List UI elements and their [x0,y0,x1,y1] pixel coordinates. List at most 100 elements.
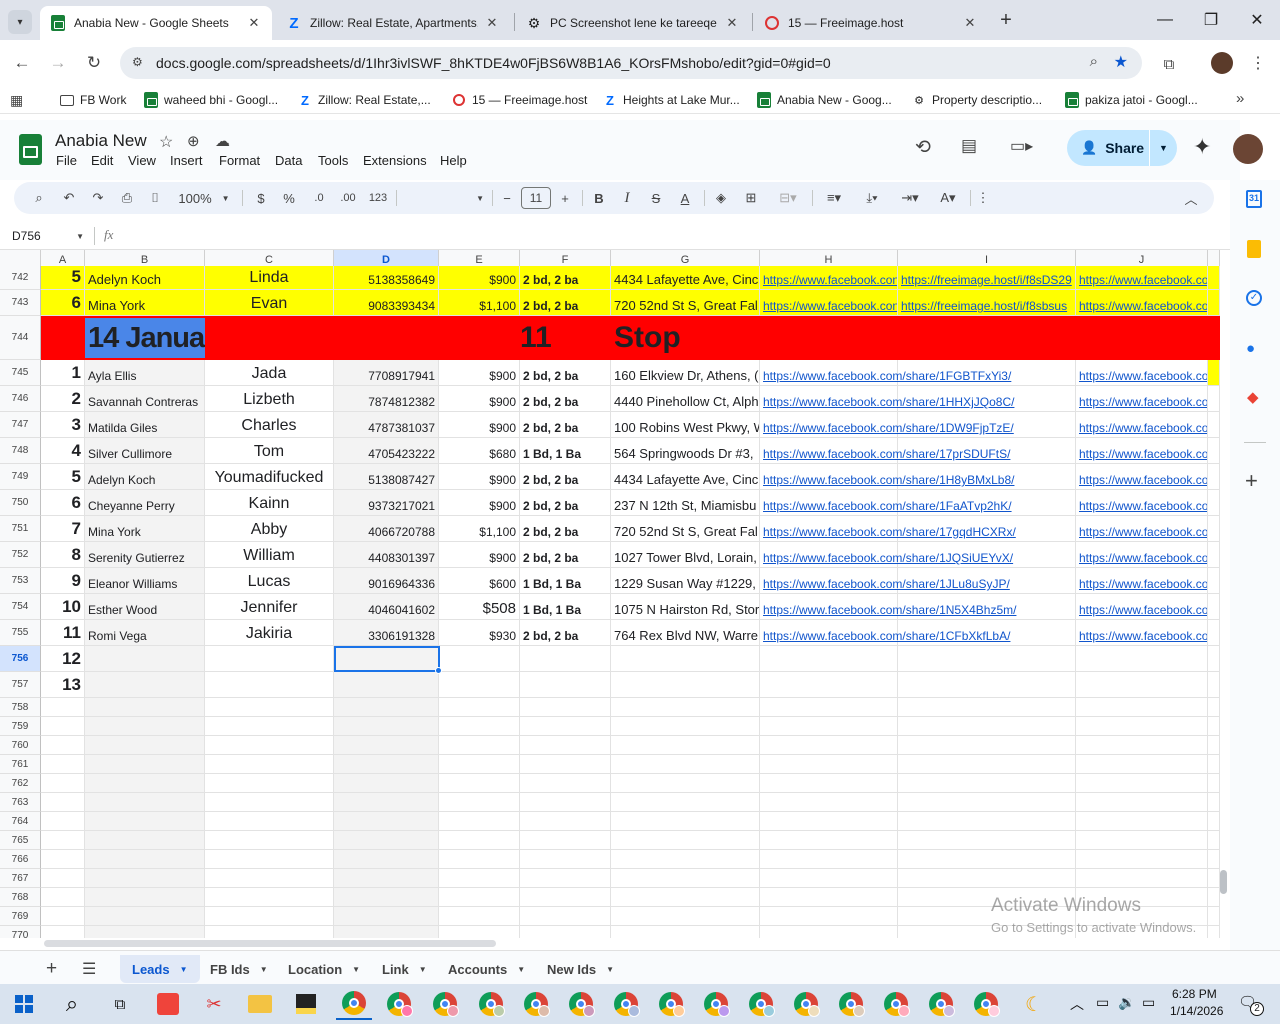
cell-j[interactable] [1076,646,1208,672]
cell-k[interactable] [1208,736,1220,755]
cell-link[interactable]: https://www.facebook.com [1079,577,1207,591]
cell-c[interactable]: Evan [205,290,334,316]
cell-i[interactable] [898,755,1076,774]
cell-g[interactable]: 1075 N Hairston Rd, Stor [611,594,760,620]
cell-g[interactable] [611,793,760,812]
bookmark-property[interactable]: ⚙ Property descriptio... [912,90,1042,110]
cell-j[interactable]: https://www.facebook.com [1076,542,1208,568]
row-header[interactable]: 748 [0,438,41,464]
cell-link[interactable]: https://www.facebook.com/share/1FGBTFxYi… [763,369,1011,383]
cell-h[interactable] [760,869,898,888]
cell-j[interactable]: https://www.facebook.com [1076,438,1208,464]
cell-h[interactable]: https://www.facebook.com/share/1DW9FjpTz… [760,412,1014,438]
cell-e[interactable] [439,717,520,736]
cell-h[interactable] [760,646,898,672]
cell-link[interactable]: https://www.facebook.co [1079,299,1207,313]
paint-format-icon[interactable]: ⌷ [144,187,166,209]
cell-j[interactable] [1076,850,1208,869]
cell-link[interactable]: https://www.facebook.com/share/17gqdHCXR… [763,525,1016,539]
cell-c[interactable] [205,736,334,755]
network-icon[interactable]: ▭ [1096,994,1109,1011]
cell-f[interactable]: 2 bd, 2 ba [520,360,611,386]
cell-j[interactable]: https://www.facebook.com [1076,490,1208,516]
cell-f[interactable] [520,793,611,812]
cell-e[interactable]: $900 [439,412,520,438]
row-header[interactable]: 764 [0,812,41,831]
cell-i[interactable] [898,831,1076,850]
version-history-icon[interactable]: ⟲ [915,136,931,159]
sheet-tab-leads[interactable]: Leads ▼ [120,955,200,983]
bookmark-star-icon[interactable]: ★ [1114,52,1128,72]
cell-c[interactable] [205,888,334,907]
cloud-status-icon[interactable]: ☁ [215,132,230,150]
cell-e[interactable]: $680 [439,438,520,464]
cell-h[interactable]: https://www.facebook.com/share/1H8yBMxLb… [760,464,1014,490]
cell-i[interactable] [898,672,1076,698]
print-icon[interactable]: ⎙ [116,187,138,209]
text-color-icon[interactable]: A [674,187,696,209]
share-dropdown-icon[interactable]: ▼ [1149,130,1177,166]
cell-e[interactable]: $900 [439,386,520,412]
cell-link[interactable]: https://www.facebook.co [1079,273,1207,287]
cell-f[interactable]: 2 bd, 2 ba [520,386,611,412]
cell-f[interactable] [520,888,611,907]
cell-e[interactable]: $1,100 [439,516,520,542]
meet-camera-icon[interactable]: ▭▸ [1010,136,1033,156]
cell-a[interactable] [41,831,85,850]
horizontal-scrollbar[interactable] [44,940,496,947]
cell-a[interactable]: 11 [41,620,85,646]
tray-chevron-up-icon[interactable]: ︿ [1070,994,1084,1014]
cell-b[interactable] [85,755,205,774]
cell-a[interactable]: 12 [41,646,85,672]
cell-g[interactable]: 4440 Pinehollow Ct, Alph [611,386,760,412]
browser-menu-icon[interactable]: ⋮ [1248,52,1268,74]
cell-c[interactable] [205,774,334,793]
cell-a[interactable]: 1 [41,360,85,386]
menu-extensions[interactable]: Extensions [363,153,427,168]
collapse-menus-icon[interactable]: ︿ [1180,187,1202,209]
chrome-profile-icon[interactable] [473,988,509,1020]
cell-g[interactable]: 764 Rex Blvd NW, Warre [611,620,760,646]
row-header[interactable]: 761 [0,755,41,774]
cell-k[interactable] [1208,490,1220,516]
font-size-input[interactable]: 11 [521,187,551,209]
cell-f[interactable] [520,646,611,672]
cell-k[interactable] [1208,869,1220,888]
bookmark-zillow[interactable]: Z Zillow: Real Estate,... [298,90,431,110]
cell-d[interactable] [334,869,439,888]
borders-icon[interactable]: ⊞ [740,187,762,209]
cell-d[interactable] [334,831,439,850]
cell-g[interactable] [611,888,760,907]
cell-d[interactable]: 9016964336 [334,568,439,594]
cell-k[interactable] [1208,542,1220,568]
row-header[interactable]: 757 [0,672,41,698]
cell-b[interactable] [85,717,205,736]
cell-c[interactable] [205,812,334,831]
cell-h[interactable]: https://www.facebook.com/share/1CFbXkfLb… [760,620,1010,646]
cell-d[interactable]: 4408301397 [334,542,439,568]
cell-link[interactable]: https://www.facebook.com [1079,551,1207,565]
vertical-scrollbar[interactable] [1220,870,1227,894]
cell-d[interactable]: 3306191328 [334,620,439,646]
cell-a[interactable]: 2 [41,386,85,412]
menu-format[interactable]: Format [219,153,260,168]
cell-link[interactable]: https://www.facebook.com/share/1H8yBMxLb… [763,473,1014,487]
cell-e[interactable] [439,646,520,672]
cell-a[interactable]: 13 [41,672,85,698]
row-header[interactable]: 766 [0,850,41,869]
row-header[interactable]: 744 [0,316,41,360]
cell-e[interactable] [439,672,520,698]
chrome-profile-icon[interactable] [968,988,1004,1020]
cell-b[interactable]: Adelyn Koch [85,464,205,490]
font-size-decrease-icon[interactable]: − [498,187,516,209]
cell-f[interactable] [520,774,611,793]
cell-j[interactable] [1076,831,1208,850]
cell-h[interactable] [760,736,898,755]
cell-a[interactable]: 5 [41,464,85,490]
cell-h[interactable] [760,793,898,812]
cell-f[interactable] [520,907,611,926]
cell-e[interactable]: $900 [439,360,520,386]
all-sheets-list-icon[interactable]: ☰ [82,959,96,979]
cell-j[interactable]: https://www.facebook.co [1076,290,1208,316]
cell-link[interactable]: https://www.facebook.com/share/1JQSiUEYv… [763,551,1013,565]
